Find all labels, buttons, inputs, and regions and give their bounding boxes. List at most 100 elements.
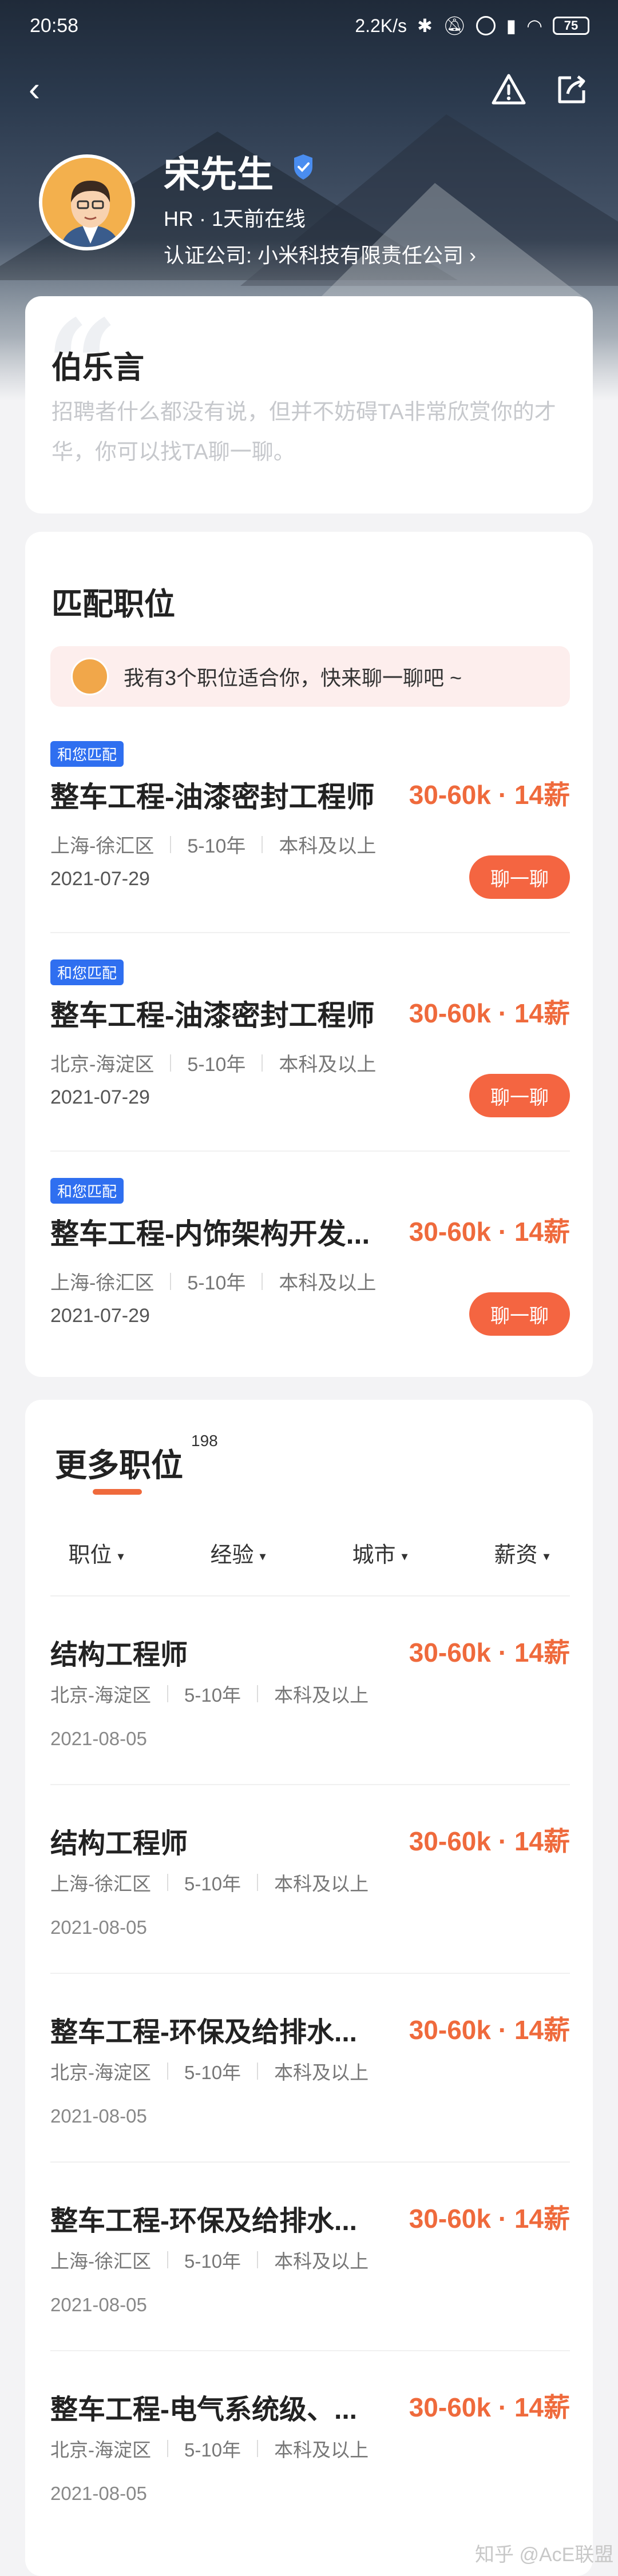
filter-bar: 职位 ▾ 经验 ▾ 城市 ▾ 薪资 ▾ <box>25 1537 593 1577</box>
job-experience: 5-10年 <box>184 1685 241 1706</box>
job-experience: 5-10年 <box>184 2062 241 2083</box>
job-salary: 30-60k · 14薪 <box>409 2392 570 2422</box>
job-date: 2021-07-29 <box>50 1305 150 1327</box>
job-date: 2021-08-05 <box>50 2483 147 2504</box>
job-education: 本科及以上 <box>274 1873 369 1894</box>
job-experience: 5-10年 <box>187 1272 246 1294</box>
job-salary: 30-60k · 14薪 <box>409 998 570 1028</box>
job-meta: 北京-海淀区 5-10年 本科及以上 <box>50 2435 369 2462</box>
job-education: 本科及以上 <box>274 1685 369 1706</box>
job-location: 上海-徐汇区 <box>50 1272 154 1294</box>
chat-button[interactable]: 聊一聊 <box>469 1292 570 1336</box>
verified-icon <box>294 154 312 180</box>
job-experience: 5-10年 <box>184 2439 241 2460</box>
match-tag: 和您匹配 <box>50 741 124 767</box>
divider <box>50 1595 570 1596</box>
report-icon[interactable] <box>491 72 526 108</box>
hr-role-status: HR · 1天前在线 <box>164 207 306 230</box>
filter-city[interactable]: 城市 ▾ <box>352 1537 407 1577</box>
chat-button[interactable]: 聊一聊 <box>469 855 570 899</box>
job-location: 北京-海淀区 <box>50 1685 151 1706</box>
intro-card: “ 伯乐言 招聘者什么都没有说，但并不妨碍TA非常欣赏你的才华，你可以找TA聊一… <box>25 292 593 513</box>
section-title: 更多职位 <box>55 1447 183 1483</box>
alarm-icon <box>476 16 496 35</box>
divider <box>50 1973 570 1974</box>
intro-text: 招聘者什么都没有说，但并不妨碍TA非常欣赏你的才华，你可以找TA聊一聊。 <box>52 400 556 464</box>
job-list-item[interactable]: 结构工程师 30-60k · 14薪 北京-海淀区 5-10年 本科及以上 20… <box>50 1632 570 1792</box>
job-salary: 30-60k · 14薪 <box>409 1826 570 1856</box>
job-list-item[interactable]: 整车工程-环保及给排水... 30-60k · 14薪 上海-徐汇区 5-10年… <box>50 2198 570 2358</box>
signal-icon: ▮ <box>506 15 517 36</box>
divider <box>50 932 570 933</box>
company-link[interactable]: 认证公司: 小米科技有限责任公司 › <box>164 239 476 269</box>
job-education: 本科及以上 <box>274 2439 369 2460</box>
job-list-item[interactable]: 整车工程-电气系统级、... 30-60k · 14薪 北京-海淀区 5-10年… <box>50 2387 570 2547</box>
job-title: 结构工程师 <box>50 1640 188 1670</box>
mute-icon: 🔕︎ <box>442 15 466 36</box>
bluetooth-icon: ✱ <box>417 15 433 36</box>
job-salary: 30-60k · 14薪 <box>409 1217 570 1247</box>
job-education: 本科及以上 <box>274 2062 369 2083</box>
job-location: 上海-徐汇区 <box>50 1873 151 1894</box>
back-icon[interactable]: ‹ <box>29 72 63 108</box>
job-date: 2021-08-05 <box>50 2294 147 2315</box>
avatar[interactable] <box>39 154 135 250</box>
chevron-down-icon: ▾ <box>117 1548 124 1563</box>
job-meta: 上海-徐汇区 5-10年 本科及以上 <box>50 2246 369 2274</box>
filter-experience[interactable]: 经验 ▾ <box>210 1537 266 1577</box>
job-date: 2021-08-05 <box>50 1728 147 1749</box>
divider <box>50 1784 570 1785</box>
job-date: 2021-07-29 <box>50 868 150 890</box>
job-meta: 北京-海淀区 5-10年 本科及以上 <box>50 2057 369 2085</box>
job-meta: 上海-徐汇区 5-10年 本科及以上 <box>50 1869 369 1896</box>
intro-title: 伯乐言 <box>52 351 144 385</box>
job-education: 本科及以上 <box>274 2251 369 2272</box>
wifi-icon: ◠ <box>526 15 542 36</box>
hr-name: 宋先生 <box>164 154 274 195</box>
matched-jobs-card: 匹配职位 我有3个职位适合你，快来聊一聊吧 ~ 和您匹配 整车工程-油漆密封工程… <box>25 532 593 1377</box>
job-list-item[interactable]: 结构工程师 30-60k · 14薪 上海-徐汇区 5-10年 本科及以上 20… <box>50 1821 570 1981</box>
net-speed: 2.2K/s <box>355 15 407 36</box>
job-experience: 5-10年 <box>187 1054 246 1076</box>
job-meta: 上海-徐汇区 5-10年 本科及以上 <box>50 1267 376 1295</box>
chat-prompt[interactable]: 我有3个职位适合你，快来聊一聊吧 ~ <box>50 646 570 707</box>
divider <box>50 1150 570 1152</box>
job-location: 北京-海淀区 <box>50 2062 151 2083</box>
chevron-down-icon: ▾ <box>543 1548 550 1563</box>
status-bar: 20:58 2.2K/s ✱ 🔕︎ ▮ ◠ 75 <box>0 0 618 51</box>
job-date: 2021-08-05 <box>50 2105 147 2127</box>
job-meta: 上海-徐汇区 5-10年 本科及以上 <box>50 830 376 858</box>
tab-indicator <box>93 1489 142 1495</box>
job-salary: 30-60k · 14薪 <box>409 1638 570 1667</box>
filter-position[interactable]: 职位 ▾ <box>68 1537 124 1577</box>
section-title: 匹配职位 <box>52 587 175 622</box>
chat-button[interactable]: 聊一聊 <box>469 1074 570 1117</box>
job-list-item[interactable]: 整车工程-环保及给排水... 30-60k · 14薪 北京-海淀区 5-10年… <box>50 2009 570 2169</box>
job-education: 本科及以上 <box>279 1054 377 1076</box>
matched-job-item[interactable]: 和您匹配 整车工程-油漆密封工程师 30-60k · 14薪 北京-海淀区 5-… <box>50 959 570 1148</box>
matched-job-item[interactable]: 和您匹配 整车工程-内饰架构开发... 30-60k · 14薪 上海-徐汇区 … <box>50 1178 570 1367</box>
job-date: 2021-07-29 <box>50 1086 150 1108</box>
job-title: 整车工程-内饰架构开发... <box>50 1218 370 1250</box>
job-meta: 北京-海淀区 5-10年 本科及以上 <box>50 1680 369 1707</box>
job-education: 本科及以上 <box>279 1272 377 1294</box>
job-experience: 5-10年 <box>184 2251 241 2272</box>
job-title: 整车工程-环保及给排水... <box>50 2206 357 2236</box>
job-education: 本科及以上 <box>279 835 377 857</box>
chat-prompt-text: 我有3个职位适合你，快来聊一聊吧 ~ <box>124 666 462 690</box>
more-jobs-card: 更多职位 198 职位 ▾ 经验 ▾ 城市 ▾ 薪资 ▾ 结构工程师 30-60k · … <box>25 1400 593 2576</box>
match-tag: 和您匹配 <box>50 1178 124 1204</box>
mini-avatar <box>71 658 109 695</box>
job-salary: 30-60k · 14薪 <box>409 780 570 810</box>
chevron-down-icon: ▾ <box>259 1548 266 1563</box>
job-experience: 5-10年 <box>187 835 246 857</box>
share-icon[interactable] <box>554 72 589 108</box>
job-location: 北京-海淀区 <box>50 2439 151 2460</box>
battery-icon: 75 <box>553 17 589 35</box>
top-nav: ‹ <box>0 63 618 114</box>
filter-salary[interactable]: 薪资 ▾ <box>494 1537 549 1577</box>
matched-job-item[interactable]: 和您匹配 整车工程-油漆密封工程师 30-60k · 14薪 上海-徐汇区 5-… <box>50 741 570 930</box>
chevron-down-icon: ▾ <box>401 1548 408 1563</box>
divider <box>50 2161 570 2163</box>
job-location: 上海-徐汇区 <box>50 2251 151 2272</box>
